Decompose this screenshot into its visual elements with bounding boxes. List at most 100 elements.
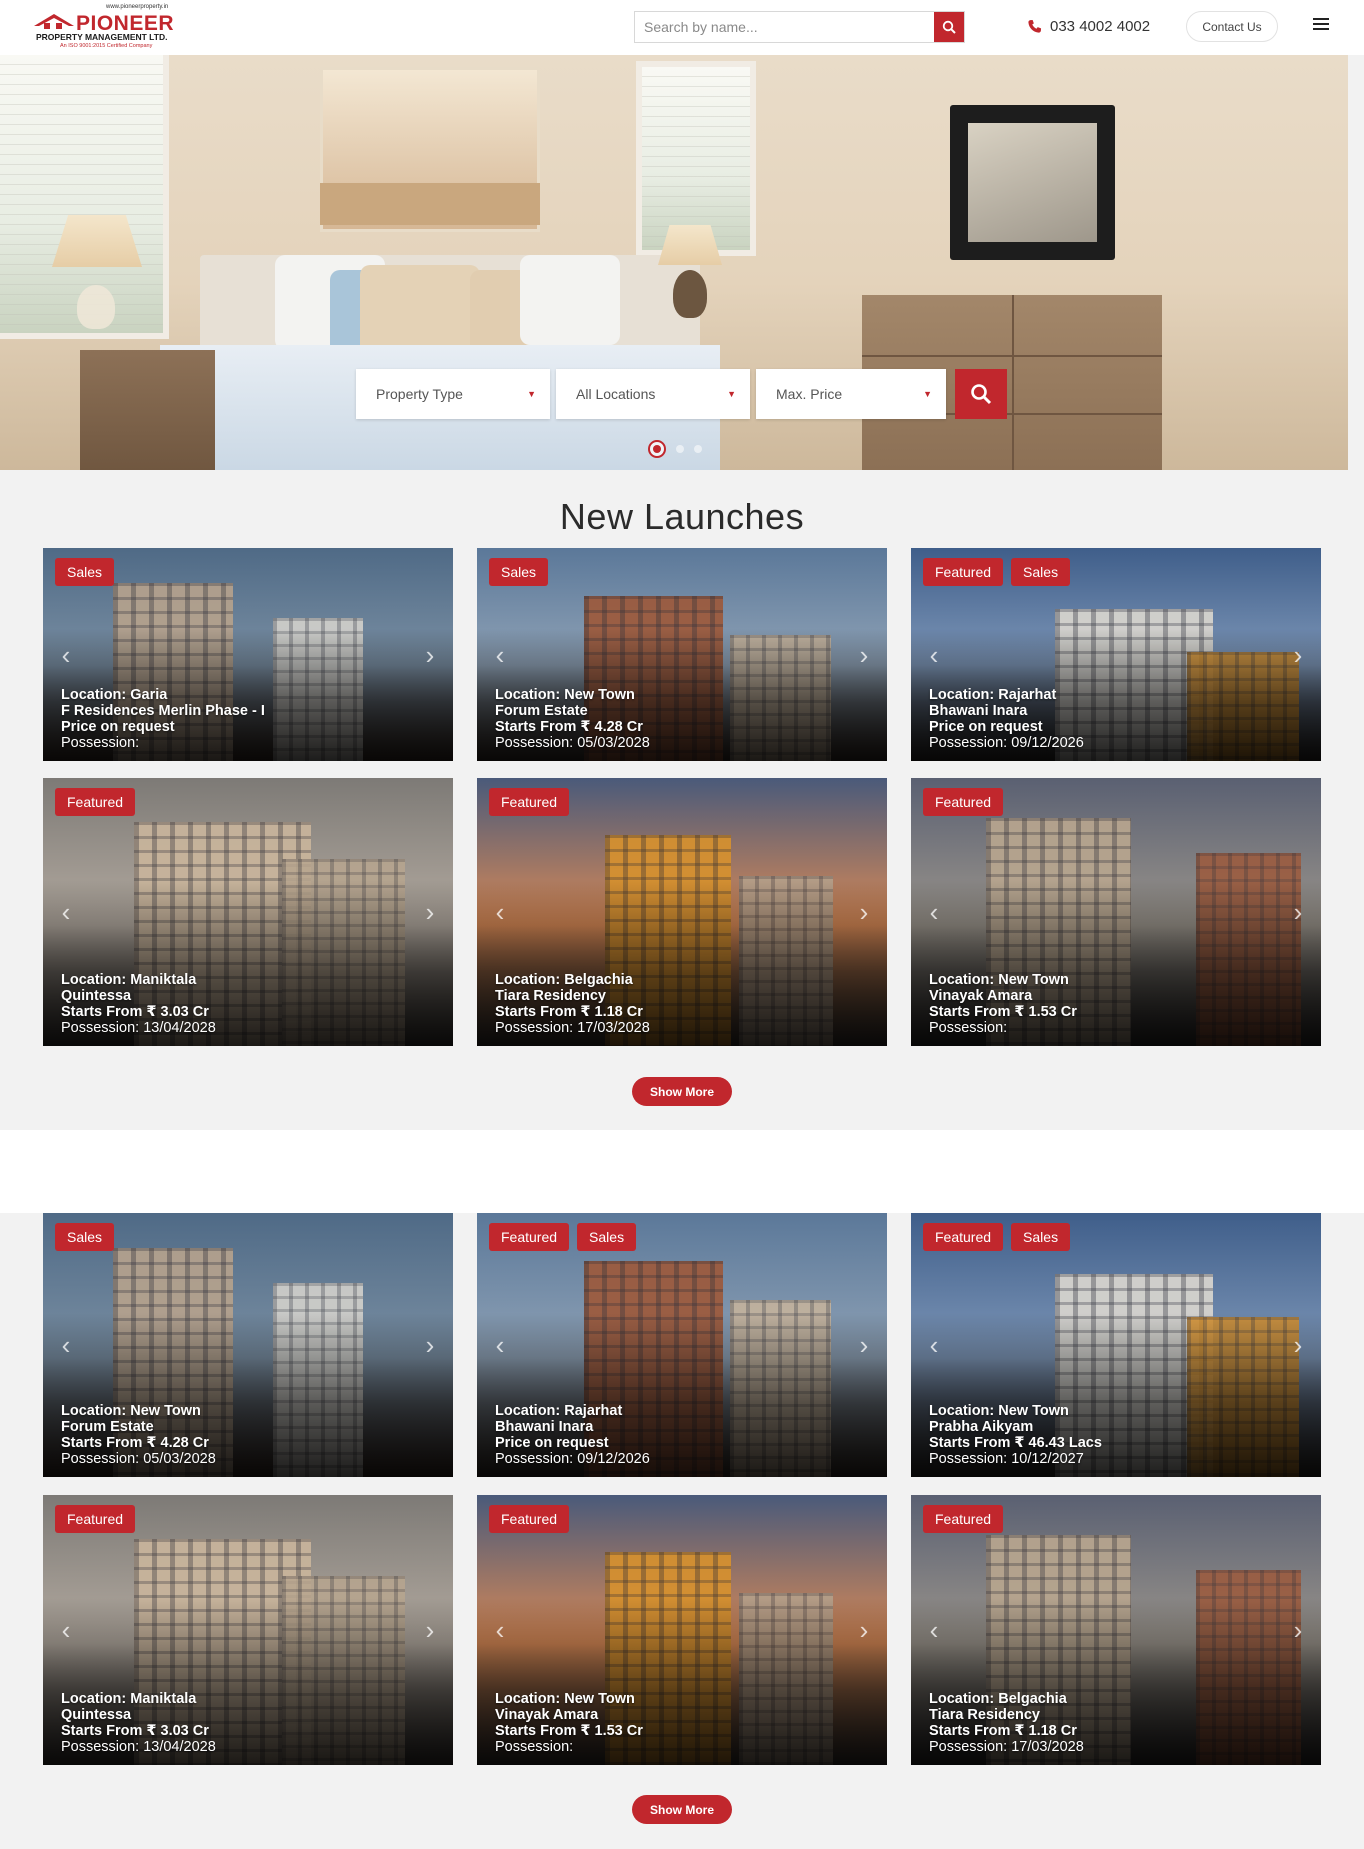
card-possession: Possession: 17/03/2028 xyxy=(495,1020,650,1036)
site-header: www.pioneerproperty.in PIONEER PROPERTY … xyxy=(0,0,1364,55)
chevron-right-icon[interactable]: › xyxy=(855,899,873,925)
chevron-left-icon[interactable]: ‹ xyxy=(925,1617,943,1643)
chevron-left-icon[interactable]: ‹ xyxy=(57,1617,75,1643)
status-badge: Featured xyxy=(923,558,1004,586)
chevron-right-icon[interactable]: › xyxy=(855,642,873,668)
phone-link[interactable]: 033 4002 4002 xyxy=(1027,15,1150,37)
chevron-left-icon[interactable]: ‹ xyxy=(925,1332,943,1358)
search-input[interactable] xyxy=(635,12,933,42)
chevron-right-icon[interactable]: › xyxy=(1289,1332,1307,1358)
property-card[interactable]: Sales ‹ › Location: New Town Forum Estate Sta… xyxy=(477,548,887,761)
card-project-name: Quintessa xyxy=(61,988,132,1004)
card-price: Starts From ₹ 4.28 Cr xyxy=(495,719,643,735)
property-filter-bar: Property Type ▼ All Locations ▼ Max. Pri… xyxy=(356,369,946,419)
chevron-left-icon[interactable]: ‹ xyxy=(491,899,509,925)
menu-icon[interactable] xyxy=(1313,18,1329,32)
status-badge: Sales xyxy=(489,558,549,586)
carousel-dot-2[interactable] xyxy=(676,445,684,453)
carousel-dot-3[interactable] xyxy=(694,445,702,453)
card-price: Price on request xyxy=(61,719,175,735)
contact-us-button[interactable]: Contact Us xyxy=(1186,11,1278,42)
card-info: Location: New Town Forum Estate Starts Fro… xyxy=(495,687,650,751)
card-tags: Featured xyxy=(55,788,136,816)
chevron-left-icon[interactable]: ‹ xyxy=(491,1617,509,1643)
chevron-left-icon[interactable]: ‹ xyxy=(491,1332,509,1358)
card-location: Location: New Town xyxy=(929,1403,1069,1419)
status-badge: Sales xyxy=(1011,558,1071,586)
chevron-left-icon[interactable]: ‹ xyxy=(491,642,509,668)
chevron-right-icon[interactable]: › xyxy=(1289,899,1307,925)
property-card[interactable]: Featured ‹ › Location: New Town Vinayak Amar… xyxy=(911,778,1321,1046)
chevron-right-icon[interactable]: › xyxy=(1289,1617,1307,1643)
chevron-right-icon[interactable]: › xyxy=(421,1332,439,1358)
card-project-name: Forum Estate xyxy=(495,703,588,719)
status-badge: Featured xyxy=(489,1505,570,1533)
property-card[interactable]: Featured Sales ‹ › Location: Rajarhat Bhawani… xyxy=(477,1213,887,1477)
property-card[interactable]: Featured Sales ‹ › Location: New Town Prabha … xyxy=(911,1213,1321,1477)
filter-search-button[interactable] xyxy=(955,369,1007,419)
chevron-right-icon[interactable]: › xyxy=(855,1332,873,1358)
card-project-name: Tiara Residency xyxy=(495,988,606,1004)
card-price: Starts From ₹ 1.53 Cr xyxy=(495,1723,643,1739)
card-project-name: F Residences Merlin Phase - I xyxy=(61,703,265,719)
card-price: Starts From ₹ 3.03 Cr xyxy=(61,1723,209,1739)
name-search xyxy=(634,11,965,43)
card-location: Location: New Town xyxy=(495,687,635,703)
pioneer-logo[interactable]: www.pioneerproperty.in PIONEER PROPERTY … xyxy=(30,4,190,50)
card-tags: Featured xyxy=(489,788,570,816)
property-card[interactable]: Featured ‹ › Location: Maniktala Quintessa St… xyxy=(43,1495,453,1765)
logo-subtitle: PROPERTY MANAGEMENT LTD. xyxy=(36,32,168,42)
card-tags: Featured Sales xyxy=(489,1223,637,1251)
chevron-right-icon[interactable]: › xyxy=(855,1617,873,1643)
chevron-right-icon[interactable]: › xyxy=(421,1617,439,1643)
show-more-button[interactable]: Show More xyxy=(632,1795,732,1824)
card-tags: Sales xyxy=(489,558,549,586)
chevron-left-icon[interactable]: ‹ xyxy=(57,899,75,925)
card-tags: Sales xyxy=(55,558,115,586)
card-project-name: Tiara Residency xyxy=(929,1707,1040,1723)
property-card[interactable]: Featured ‹ › Location: Belgachia Tiara Resid… xyxy=(911,1495,1321,1765)
property-type-select[interactable]: Property Type ▼ xyxy=(356,369,550,419)
card-possession: Possession: xyxy=(929,1020,1008,1036)
chevron-right-icon[interactable]: › xyxy=(421,642,439,668)
chevron-left-icon[interactable]: ‹ xyxy=(57,1332,75,1358)
card-location: Location: New Town xyxy=(929,972,1069,988)
card-price: Starts From ₹ 4.28 Cr xyxy=(61,1435,209,1451)
chevron-right-icon[interactable]: › xyxy=(421,899,439,925)
chevron-down-icon: ▼ xyxy=(527,389,536,399)
property-card[interactable]: Sales ‹ › Location: Garia F Residences Merli… xyxy=(43,548,453,761)
location-select[interactable]: All Locations ▼ xyxy=(556,369,750,419)
carousel-dot-1[interactable] xyxy=(648,440,666,458)
card-possession: Possession: 09/12/2026 xyxy=(495,1451,650,1467)
logo-iso: An ISO 9001:2015 Certified Company xyxy=(60,43,153,49)
property-card[interactable]: Sales ‹ › Location: New Town Forum Estate Sta… xyxy=(43,1213,453,1477)
property-card[interactable]: Featured ‹ › Location: Maniktala Quintessa St… xyxy=(43,778,453,1046)
chevron-left-icon[interactable]: ‹ xyxy=(925,642,943,668)
hero-carousel-dots xyxy=(648,440,702,458)
property-card[interactable]: Featured Sales ‹ › Location: Rajarhat Bhawani… xyxy=(911,548,1321,761)
card-project-name: Bhawani Inara xyxy=(929,703,1028,719)
logo-url: www.pioneerproperty.in xyxy=(106,4,169,10)
chevron-right-icon[interactable]: › xyxy=(1289,642,1307,668)
card-location: Location: New Town xyxy=(61,1403,201,1419)
property-card[interactable]: Featured ‹ › Location: New Town Vinayak Amar… xyxy=(477,1495,887,1765)
card-possession: Possession: xyxy=(495,1739,574,1755)
card-tags: Featured xyxy=(923,788,1004,816)
card-tags: Sales xyxy=(55,1223,115,1251)
status-badge: Featured xyxy=(55,788,136,816)
chevron-left-icon[interactable]: ‹ xyxy=(925,899,943,925)
chevron-left-icon[interactable]: ‹ xyxy=(57,642,75,668)
max-price-select[interactable]: Max. Price ▼ xyxy=(756,369,946,419)
card-location: Location: Belgachia xyxy=(929,1691,1067,1707)
card-price: Starts From ₹ 1.53 Cr xyxy=(929,1004,1077,1020)
card-location: Location: Garia xyxy=(61,687,168,703)
show-more-button[interactable]: Show More xyxy=(632,1077,732,1106)
projects-section: Sales ‹ › Location: New Town Forum Estate Sta… xyxy=(0,1213,1364,1849)
card-price: Starts From ₹ 46.43 Lacs xyxy=(929,1435,1102,1451)
card-info: Location: New Town Vinayak Amara Starts Fr… xyxy=(495,1691,643,1755)
card-possession: Possession: 05/03/2028 xyxy=(61,1451,216,1467)
card-location: Location: New Town xyxy=(495,1691,635,1707)
chevron-down-icon: ▼ xyxy=(727,389,736,399)
search-button[interactable] xyxy=(934,12,964,42)
property-card[interactable]: Featured ‹ › Location: Belgachia Tiara Resid… xyxy=(477,778,887,1046)
